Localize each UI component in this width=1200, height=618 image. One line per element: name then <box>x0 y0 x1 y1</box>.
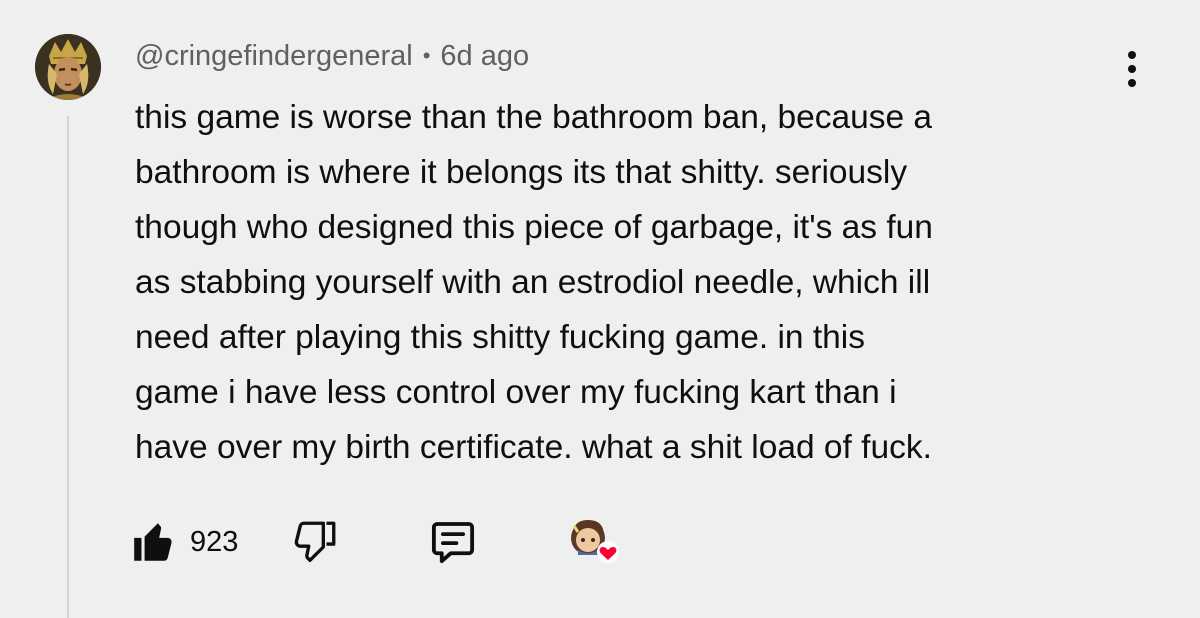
separator-dot: • <box>422 43 431 68</box>
comment-text-line: have over my birth certificate. what a s… <box>135 429 932 466</box>
username[interactable]: @cringefindergeneral <box>135 40 413 73</box>
comment-text: this game is worse than the bathroom ban… <box>135 90 1135 475</box>
reply-button[interactable] <box>426 514 480 570</box>
creator-heart-icon <box>571 520 619 563</box>
more-vertical-icon-dot-2 <box>1128 65 1136 73</box>
comment-header: @cringefindergeneral • 6d ago <box>135 38 529 74</box>
comment-text-line: game i have less control over my fucking… <box>135 374 897 411</box>
comment: @cringefindergeneral • 6d ago this game … <box>0 0 1200 618</box>
thumbs-up-filled-icon <box>134 523 172 561</box>
comment-text-line: though who designed this piece of garbag… <box>135 209 933 246</box>
like-button[interactable]: 923 <box>130 514 238 570</box>
more-options-button[interactable] <box>1112 44 1152 92</box>
creator-heart-badge[interactable] <box>564 514 624 570</box>
thumbs-down-outline-icon <box>294 521 336 562</box>
avatar[interactable] <box>35 34 101 100</box>
dislike-button[interactable] <box>290 514 340 570</box>
more-vertical-icon <box>1128 51 1136 59</box>
comment-text-line: bathroom is where it belongs its that sh… <box>135 154 908 191</box>
comment-text-line: need after playing this shitty fucking g… <box>135 319 865 356</box>
comment-text-line: this game is worse than the bathroom ban… <box>135 99 933 136</box>
thread-line <box>67 116 69 618</box>
timestamp[interactable]: 6d ago <box>440 40 529 73</box>
comment-reply-icon <box>431 522 475 564</box>
comment-text-line: as stabbing yourself with an estrodiol n… <box>135 264 931 301</box>
more-vertical-icon-dot-3 <box>1128 79 1136 87</box>
like-count: 923 <box>190 525 239 558</box>
